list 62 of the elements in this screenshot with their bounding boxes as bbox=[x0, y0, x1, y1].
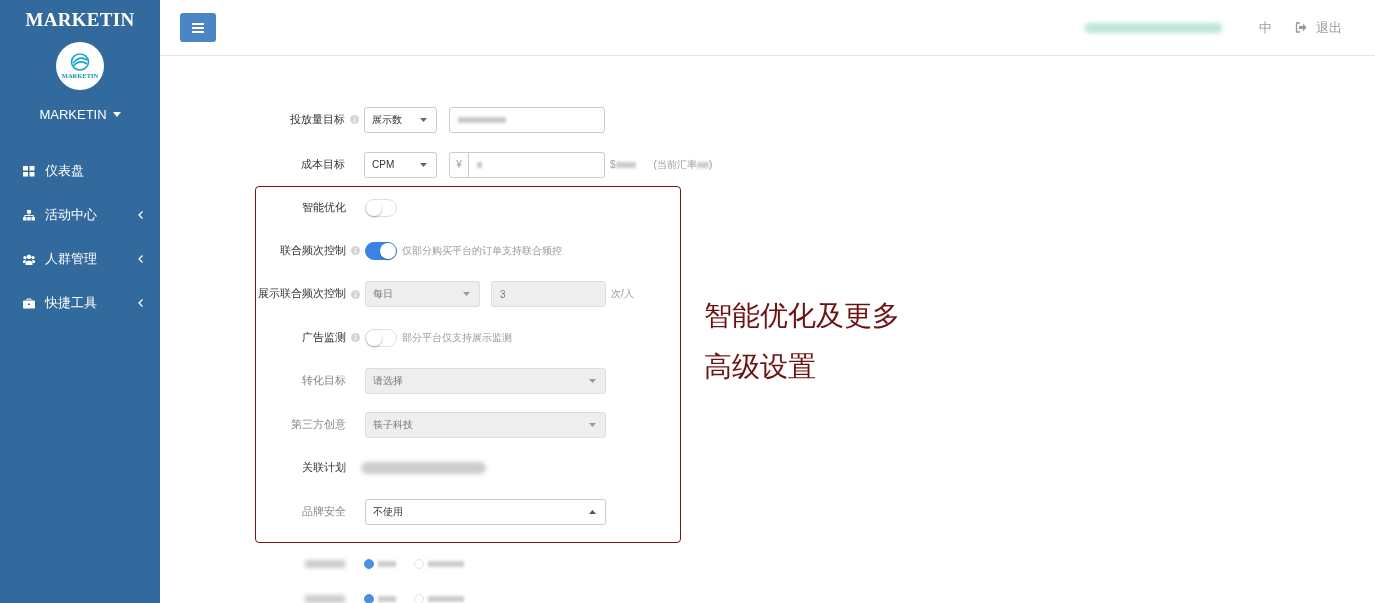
field-label: 转化目标 bbox=[302, 374, 346, 389]
dropdown[interactable]: CPM bbox=[364, 151, 437, 178]
caret-icon bbox=[589, 379, 596, 384]
hint-text: 部分平台仅支持展示监测 bbox=[402, 330, 512, 345]
field-label: 品牌安全 bbox=[302, 504, 346, 519]
blurred-option-label bbox=[428, 561, 464, 567]
field-label: 投放量目标 bbox=[290, 112, 345, 127]
chevron-left-icon bbox=[138, 211, 143, 219]
dropdown[interactable]: 不使用 bbox=[365, 498, 606, 525]
menu-button[interactable] bbox=[180, 13, 216, 42]
chevron-left-icon bbox=[138, 299, 143, 307]
field-label: 联合频次控制 bbox=[280, 243, 346, 258]
logout-link[interactable]: 退出 bbox=[1295, 18, 1342, 37]
logout-icon bbox=[1295, 22, 1307, 33]
caret-icon bbox=[589, 509, 596, 514]
currency-symbol: $ bbox=[610, 159, 616, 170]
caret-icon bbox=[589, 422, 596, 427]
exchange-rate-label: (当前汇率 bbox=[653, 157, 697, 172]
caret-icon bbox=[420, 162, 427, 167]
radio-button[interactable] bbox=[364, 559, 374, 569]
user-menu[interactable]: MARKETIN bbox=[39, 107, 121, 122]
annotation-text: 智能优化及更多 bbox=[704, 299, 900, 333]
blurred-label bbox=[305, 595, 345, 603]
nav-item[interactable]: 仪表盘 bbox=[0, 149, 160, 193]
blurred-option-label bbox=[428, 596, 464, 602]
menu-icon bbox=[192, 22, 204, 33]
unit-label: 次/人 bbox=[611, 287, 634, 302]
input-field[interactable] bbox=[449, 106, 605, 133]
brand-logo: MARKETIN bbox=[25, 9, 135, 31]
blurred-value bbox=[458, 116, 506, 123]
globe-icon bbox=[70, 53, 90, 71]
chevron-left-icon bbox=[138, 255, 143, 263]
blurred-label bbox=[305, 560, 345, 568]
dropdown[interactable]: 展示数 bbox=[364, 106, 437, 133]
caret-icon bbox=[112, 112, 121, 117]
language-link[interactable]: 中 bbox=[1259, 18, 1272, 37]
hint-text: 仅部分购买平台的订单支持联合频控 bbox=[402, 243, 562, 258]
briefcase-icon bbox=[23, 297, 35, 309]
hierarchy-icon bbox=[23, 209, 35, 221]
field-label: 展示联合频次控制 bbox=[258, 287, 346, 302]
blurred-value bbox=[615, 161, 636, 168]
field-label: 关联计划 bbox=[302, 461, 346, 476]
field-label: 广告监测 bbox=[302, 330, 346, 345]
blurred-value bbox=[477, 161, 482, 168]
blurred-option-label bbox=[378, 596, 396, 602]
blurred-option-label bbox=[378, 561, 396, 567]
annotation-text: 高级设置 bbox=[704, 350, 817, 384]
nav-item[interactable]: 快捷工具 bbox=[0, 281, 160, 325]
nav-item[interactable]: 活动中心 bbox=[0, 193, 160, 237]
price-input-field[interactable]: ¥ bbox=[449, 151, 605, 178]
users-icon bbox=[23, 253, 35, 265]
caret-icon bbox=[463, 292, 470, 297]
grid-icon bbox=[23, 165, 35, 177]
caret-icon bbox=[420, 117, 427, 122]
radio-button[interactable] bbox=[364, 594, 374, 603]
blurred-value bbox=[696, 161, 709, 168]
toggle-switch[interactable] bbox=[365, 241, 397, 260]
field-label: 智能优化 bbox=[302, 201, 346, 215]
nav-item[interactable]: 人群管理 bbox=[0, 237, 160, 281]
field-label: 第三方创意 bbox=[291, 417, 346, 432]
field-label: 成本目标 bbox=[301, 157, 345, 172]
exchange-rate-label: ) bbox=[708, 159, 713, 170]
